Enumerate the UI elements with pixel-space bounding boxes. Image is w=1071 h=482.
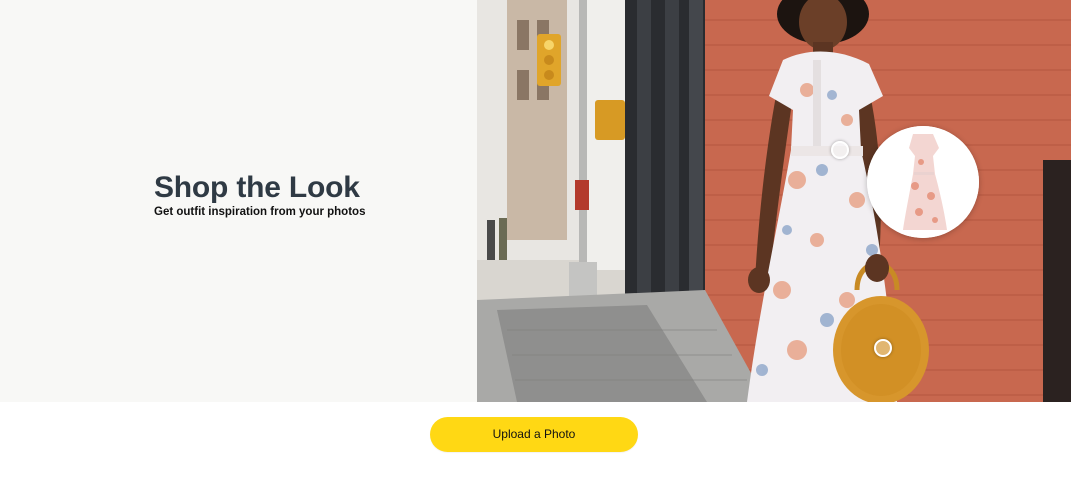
shop-the-look-page: Shop the Look Get outfit inspiration fro… [0,0,1071,482]
hero-banner: Shop the Look Get outfit inspiration fro… [0,0,1071,402]
dress-hotspot[interactable] [831,141,849,159]
action-bar: Upload a Photo [0,402,1071,482]
upload-photo-button[interactable]: Upload a Photo [430,417,638,452]
hero-text-panel: Shop the Look Get outfit inspiration fro… [0,0,477,402]
dress-preview-thumbnail[interactable] [867,126,979,238]
hero-photo [477,0,1071,402]
page-subtitle: Get outfit inspiration from your photos [154,206,366,218]
dress-thumbnail-icon [867,126,979,238]
street-scene-image [477,0,1071,402]
bag-hotspot[interactable] [874,339,892,357]
page-title: Shop the Look [154,171,360,204]
